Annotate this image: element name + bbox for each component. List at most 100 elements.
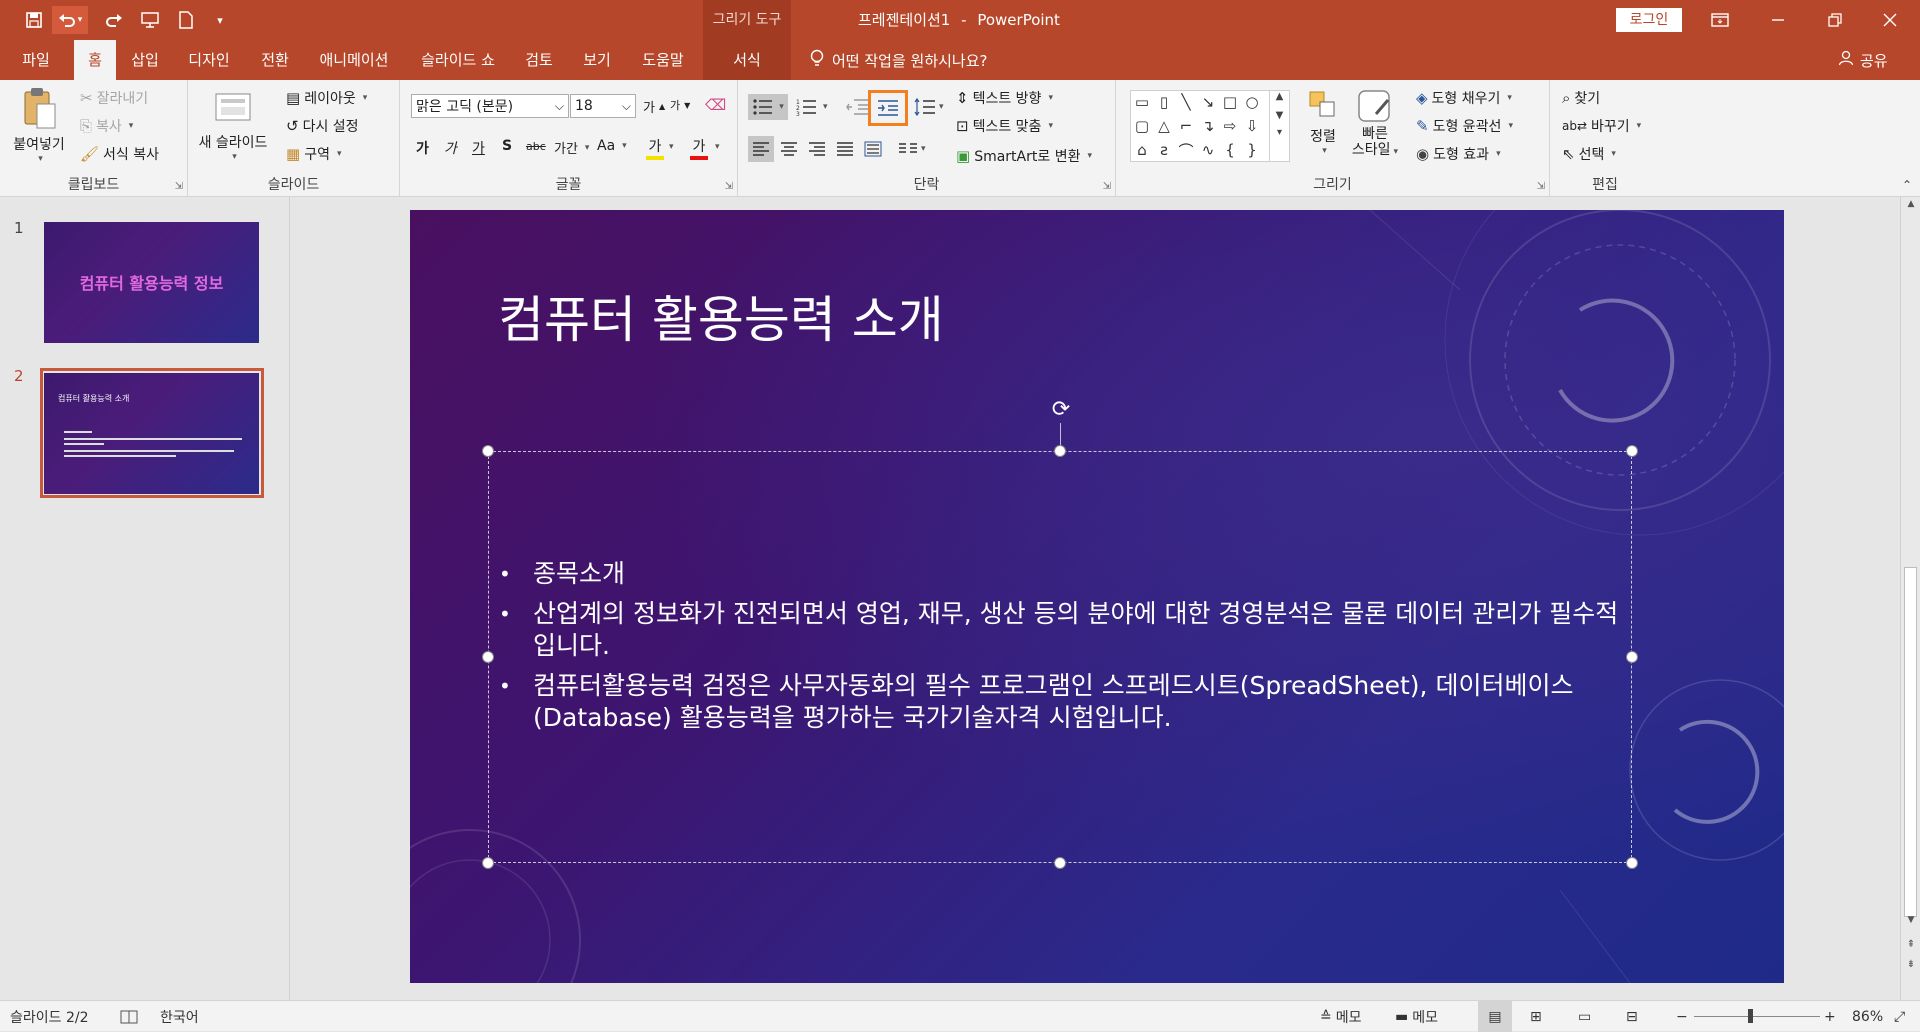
- align-center-button[interactable]: [776, 136, 802, 162]
- arc-shape-icon[interactable]: ⌒: [1175, 139, 1197, 161]
- font-name-select[interactable]: 맑은 고딕 (본문) ⌵: [411, 94, 569, 118]
- language-indicator[interactable]: 한국어: [160, 1001, 199, 1032]
- text-direction-button[interactable]: ⇕ 텍스트 방향 ▾: [956, 88, 1053, 108]
- italic-button[interactable]: 가: [444, 138, 457, 158]
- present-icon[interactable]: [136, 6, 164, 34]
- tab-review[interactable]: 검토: [516, 40, 562, 80]
- spellcheck-icon[interactable]: [120, 1001, 138, 1032]
- right-arrow-shape-icon[interactable]: ⇨: [1219, 115, 1241, 137]
- justify-button[interactable]: [832, 136, 858, 162]
- underline-button[interactable]: 가: [472, 138, 485, 158]
- resize-handle-e[interactable]: [1626, 651, 1638, 663]
- bullet-item-3[interactable]: 컴퓨터활용능력 검정은 사무자동화의 필수 프로그램인 스프레드시트(Sprea…: [489, 670, 1629, 734]
- elbow-connector-icon[interactable]: ⌐: [1175, 115, 1197, 137]
- tab-home[interactable]: 홈: [74, 40, 116, 80]
- align-left-button[interactable]: [748, 136, 774, 162]
- reset-button[interactable]: ↺ 다시 설정: [286, 116, 359, 136]
- highlight-button[interactable]: 가: [646, 136, 664, 160]
- bullets-button[interactable]: ▾: [748, 94, 788, 120]
- right-brace-shape-icon[interactable]: }: [1241, 139, 1263, 161]
- shadow-button[interactable]: S: [502, 138, 512, 154]
- tab-format[interactable]: 서식: [703, 40, 791, 80]
- resize-handle-ne[interactable]: [1626, 445, 1638, 457]
- section-button[interactable]: ▦ 구역 ▾: [286, 144, 341, 164]
- textbox-shape-icon[interactable]: ▭: [1131, 91, 1153, 113]
- scribble-shape-icon[interactable]: ƨ: [1153, 139, 1175, 161]
- zoom-slider-thumb[interactable]: [1748, 1009, 1753, 1023]
- down-arrow-shape-icon[interactable]: ⇩: [1241, 115, 1263, 137]
- login-button[interactable]: 로그인: [1616, 8, 1682, 32]
- normal-view-icon[interactable]: ▤: [1478, 1001, 1512, 1032]
- zoom-slider[interactable]: [1694, 1001, 1820, 1032]
- align-right-button[interactable]: [804, 136, 830, 162]
- zoom-level[interactable]: 86%: [1852, 1001, 1883, 1032]
- arrange-button[interactable]: 정렬 ▾: [1300, 88, 1346, 156]
- slideshow-view-icon[interactable]: ⊟: [1626, 1001, 1638, 1032]
- shapes-gallery[interactable]: ▭ ▯ ╲ ↘ □ ○ ▢ △ ⌐ ↴ ⇨ ⇩ ⌂ ƨ ⌒ ∿ { } ▲ ▼ ▾: [1130, 90, 1290, 162]
- numbering-button[interactable]: 1 2 3 ▾: [796, 94, 828, 120]
- clear-format-button[interactable]: ⌫: [705, 96, 726, 114]
- new-icon[interactable]: [172, 6, 200, 34]
- bullet-item-1[interactable]: 종목소개: [489, 558, 1629, 590]
- slide-title[interactable]: 컴퓨터 활용능력 소개: [498, 280, 944, 352]
- quick-styles-button[interactable]: 빠른 스타일 ▾: [1348, 88, 1402, 160]
- tab-help[interactable]: 도움말: [632, 40, 694, 80]
- minimize-icon[interactable]: [1750, 0, 1805, 40]
- resize-handle-nw[interactable]: [482, 445, 494, 457]
- tab-insert[interactable]: 삽입: [122, 40, 168, 80]
- new-slide-button[interactable]: 새 슬라이드 ▾: [198, 88, 268, 178]
- scroll-thumb[interactable]: [1904, 567, 1917, 917]
- slide[interactable]: 컴퓨터 활용능력 소개 종목소개 산업계의 정보화가 진전되면서 영업, 재무,…: [410, 210, 1784, 983]
- change-case-button[interactable]: Aa ▾: [597, 138, 627, 154]
- resize-handle-se[interactable]: [1626, 857, 1638, 869]
- customize-icon[interactable]: ▾: [206, 6, 234, 34]
- tab-slideshow[interactable]: 슬라이드 쇼: [412, 40, 504, 80]
- resize-handle-s[interactable]: [1054, 857, 1066, 869]
- triangle-shape-icon[interactable]: △: [1153, 115, 1175, 137]
- ribbon-display-icon[interactable]: [1692, 0, 1747, 40]
- rectangle-shape-icon[interactable]: □: [1219, 91, 1241, 113]
- shape-fill-button[interactable]: ◈ 도형 채우기 ▾: [1416, 88, 1512, 108]
- tell-me-box[interactable]: 어떤 작업을 원하시나요?: [810, 40, 988, 80]
- slide-thumbnail-2[interactable]: 컴퓨터 활용능력 소개: [44, 373, 259, 494]
- zoom-in-icon[interactable]: +: [1824, 1001, 1836, 1032]
- rotation-handle-icon[interactable]: ⟳: [1048, 397, 1074, 423]
- notes-toggle-button[interactable]: ≙ 메모: [1320, 1001, 1362, 1032]
- char-spacing-button[interactable]: 가간 ▾: [554, 138, 589, 157]
- layout-button[interactable]: ▤ 레이아웃 ▾: [286, 88, 367, 108]
- redo-icon[interactable]: [100, 6, 128, 34]
- arrow-line-shape-icon[interactable]: ↘: [1197, 91, 1219, 113]
- slide-sorter-icon[interactable]: ⊞: [1530, 1001, 1542, 1032]
- font-launcher-icon[interactable]: ⇲: [725, 181, 733, 192]
- next-slide-icon[interactable]: ⇟: [1901, 959, 1920, 970]
- copy-button[interactable]: ⎘ 복사 ▾: [80, 116, 133, 136]
- gallery-more-icon[interactable]: ▾: [1270, 127, 1289, 138]
- tab-transitions[interactable]: 전환: [252, 40, 298, 80]
- font-color-button[interactable]: 가: [690, 136, 708, 160]
- restore-icon[interactable]: [1807, 0, 1862, 40]
- cut-button[interactable]: ✂ 잘라내기: [80, 88, 148, 108]
- prev-slide-icon[interactable]: ⇞: [1901, 939, 1920, 950]
- oval-shape-icon[interactable]: ○: [1241, 91, 1263, 113]
- shape-effects-button[interactable]: ◉ 도형 효과 ▾: [1416, 144, 1501, 164]
- columns-button[interactable]: ▾: [898, 136, 926, 162]
- vtextbox-shape-icon[interactable]: ▯: [1153, 91, 1175, 113]
- zoom-out-icon[interactable]: −: [1676, 1001, 1688, 1032]
- distributed-button[interactable]: [860, 136, 886, 162]
- rounded-rect-shape-icon[interactable]: ▢: [1131, 115, 1153, 137]
- undo-icon[interactable]: ▾: [52, 6, 88, 34]
- tab-file[interactable]: 파일: [6, 40, 66, 80]
- line-shape-icon[interactable]: ╲: [1175, 91, 1197, 113]
- shape-outline-button[interactable]: ✎ 도형 윤곽선 ▾: [1416, 116, 1513, 136]
- close-icon[interactable]: [1862, 0, 1917, 40]
- collapse-ribbon-icon[interactable]: ⌃: [1902, 178, 1912, 192]
- decrease-indent-button[interactable]: [846, 94, 870, 120]
- reading-view-icon[interactable]: ▭: [1578, 1001, 1591, 1032]
- paste-button[interactable]: 붙여넣기 ▾: [8, 86, 70, 176]
- gallery-up-icon[interactable]: ▲: [1270, 91, 1289, 102]
- line-spacing-button[interactable]: ▾: [914, 94, 944, 120]
- resize-handle-n[interactable]: [1054, 445, 1066, 457]
- fit-slide-icon[interactable]: ⤢: [1894, 1001, 1905, 1032]
- comments-toggle-button[interactable]: ▬ 메모: [1395, 1001, 1438, 1032]
- shapes-gallery-scroll[interactable]: ▲ ▼ ▾: [1269, 91, 1289, 161]
